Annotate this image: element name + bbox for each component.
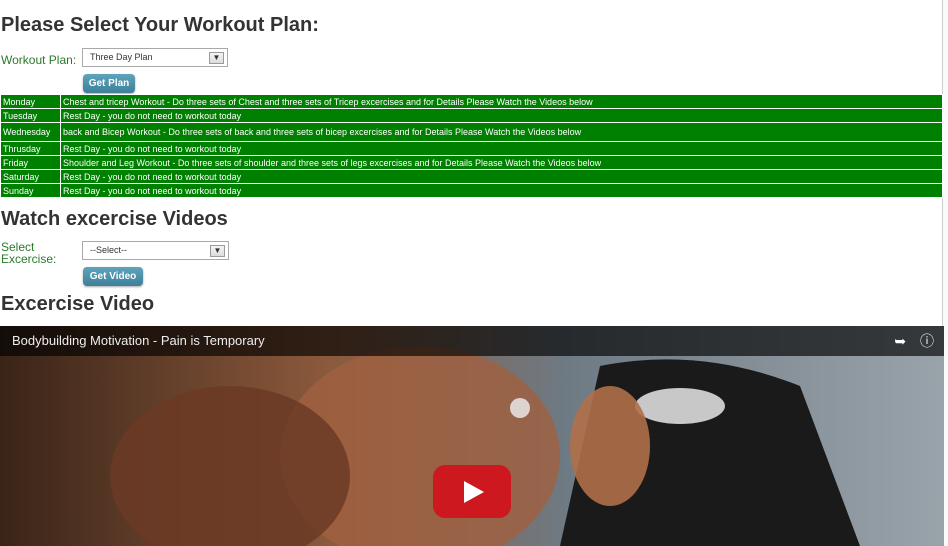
play-button[interactable] [433,465,511,518]
plan-cell: Chest and tricep Workout - Do three sets… [60,94,943,109]
day-cell: Saturday [0,169,61,184]
table-row: Friday Shoulder and Leg Workout - Do thre… [0,155,943,170]
video-title-bar: Bodybuilding Motivation - Pain is Tempor… [0,326,944,356]
plan-cell: Rest Day - you do not need to workout to… [60,183,943,198]
video-actions: ➥ ⓘ [894,326,934,356]
plan-cell: Rest Day - you do not need to workout to… [60,169,943,184]
video-player[interactable]: Bodybuilding Motivation - Pain is Tempor… [0,326,944,546]
workout-schedule-table: Monday Chest and tricep Workout - Do thre… [0,94,943,198]
table-row: Tuesday Rest Day - you do not need to wor… [0,108,943,123]
get-video-button[interactable]: Get Video [83,267,143,286]
select-excercise-label: Select Excercise: [1,240,57,266]
day-cell: Sunday [0,183,61,198]
workout-plan-select[interactable]: Three Day Plan ▼ [82,48,228,67]
excercise-select[interactable]: --Select-- ▼ [82,241,229,260]
chevron-down-icon: ▼ [209,52,224,64]
table-row: Monday Chest and tricep Workout - Do thre… [0,94,943,109]
day-cell: Thrusday [0,141,61,156]
excercise-selected: --Select-- [90,245,128,255]
video-title: Bodybuilding Motivation - Pain is Tempor… [12,333,265,348]
plan-cell: Rest Day - you do not need to workout to… [60,141,943,156]
plan-cell: Rest Day - you do not need to workout to… [60,108,943,123]
page-title: Please Select Your Workout Plan: [1,14,319,36]
table-row: Sunday Rest Day - you do not need to work… [0,183,943,198]
table-row: Wednesday back and Bicep Workout - Do thr… [0,122,943,142]
table-row: Saturday Rest Day - you do not need to wo… [0,169,943,184]
table-row: Thrusday Rest Day - you do not need to wo… [0,141,943,156]
workout-plan-selected: Three Day Plan [90,52,153,62]
day-cell: Monday [0,94,61,109]
play-icon [464,481,484,503]
video-section-title: Excercise Video [1,293,155,315]
workout-plan-label: Workout Plan: [1,53,77,67]
day-cell: Wednesday [0,122,61,142]
videos-section-title: Watch excercise Videos [1,208,228,230]
day-cell: Friday [0,155,61,170]
plan-cell: back and Bicep Workout - Do three sets o… [60,122,943,142]
info-icon[interactable]: ⓘ [920,333,934,349]
share-icon[interactable]: ➥ [894,333,906,349]
get-plan-button[interactable]: Get Plan [83,74,135,93]
plan-cell: Shoulder and Leg Workout - Do three sets… [60,155,943,170]
day-cell: Tuesday [0,108,61,123]
chevron-down-icon: ▼ [210,245,225,257]
